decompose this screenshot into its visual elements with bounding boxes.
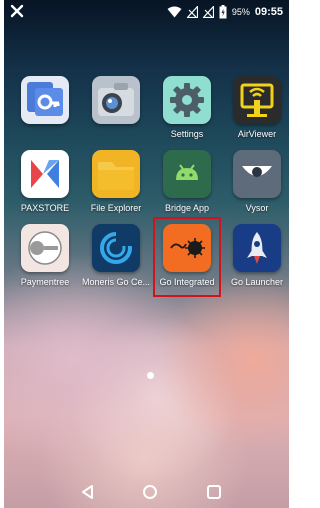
app-bridge[interactable]: Bridge App (152, 150, 222, 213)
key-app-icon (21, 76, 69, 124)
rocket-icon (233, 224, 281, 272)
tools-icon (10, 4, 24, 18)
home-screen: 95% 09:55 Settings AirViewer PAXSTORE Fi… (4, 0, 289, 508)
android-icon (163, 150, 211, 198)
app-label: Bridge App (164, 203, 210, 213)
app-paymentree[interactable]: Paymentree (10, 224, 80, 287)
app-paxstore[interactable]: PAXSTORE (10, 150, 80, 213)
airviewer-icon (233, 76, 281, 124)
app-label: AirViewer (237, 129, 277, 139)
folder-icon (92, 150, 140, 198)
paymentree-icon (21, 224, 69, 272)
signal-off-icon (202, 6, 214, 18)
wifi-icon (167, 6, 182, 18)
camera-app-icon (92, 76, 140, 124)
app-camera[interactable] (81, 76, 151, 129)
app-label: Moneris Go Ce... (81, 277, 151, 287)
gear-icon (163, 76, 211, 124)
app-label: Paymentree (20, 277, 70, 287)
highlight-box (153, 217, 221, 297)
app-vysor[interactable]: Vysor (222, 150, 289, 213)
signal-off-icon (186, 6, 198, 18)
battery-percent: 95% (231, 7, 250, 17)
back-icon[interactable] (79, 483, 97, 501)
app-settings[interactable]: Settings (152, 76, 222, 139)
status-bar: 95% 09:55 (4, 0, 289, 26)
app-airviewer[interactable]: AirViewer (222, 76, 289, 139)
vysor-icon (233, 150, 281, 198)
paxstore-icon (21, 150, 69, 198)
app-key[interactable] (10, 76, 80, 129)
battery-charging-icon (219, 5, 227, 19)
navigation-bar (4, 474, 289, 508)
home-icon[interactable] (141, 483, 159, 501)
app-label: Settings (170, 129, 204, 139)
recents-icon[interactable] (205, 483, 223, 501)
app-label: PAXSTORE (20, 203, 70, 213)
app-go-launcher[interactable]: Go Launcher (222, 224, 289, 287)
app-moneris[interactable]: Moneris Go Ce... (81, 224, 151, 287)
page-indicator-dot (147, 372, 154, 379)
app-label: File Explorer (90, 203, 142, 213)
app-label: Vysor (245, 203, 269, 213)
app-file-explorer[interactable]: File Explorer (81, 150, 151, 213)
moneris-icon (92, 224, 140, 272)
app-label: Go Launcher (230, 277, 284, 287)
clock: 09:55 (254, 6, 283, 18)
